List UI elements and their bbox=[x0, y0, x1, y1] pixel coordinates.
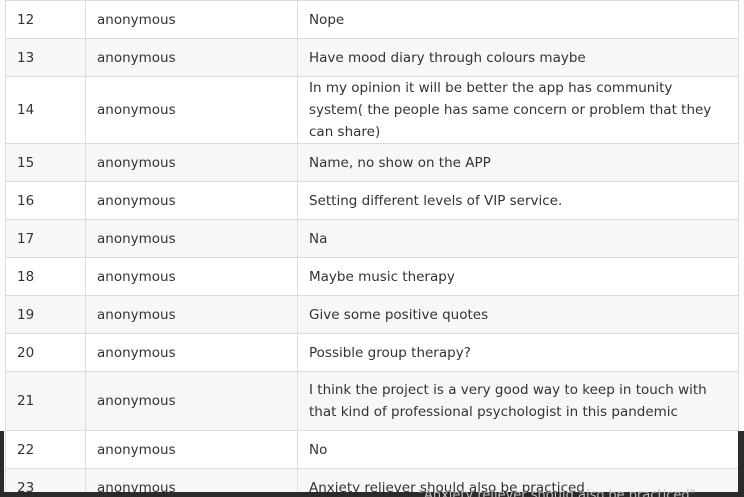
response-text: No bbox=[297, 430, 739, 469]
respondent-name: anonymous bbox=[85, 371, 298, 431]
row-number: 15 bbox=[5, 143, 86, 182]
respondent-name: anonymous bbox=[85, 38, 298, 77]
response-text: Have mood diary through colours maybe bbox=[297, 38, 739, 77]
table-row: 22 anonymous No bbox=[5, 430, 739, 469]
respondent-name: anonymous bbox=[85, 468, 298, 492]
response-text: Maybe music therapy bbox=[297, 257, 739, 296]
respondent-name: anonymous bbox=[85, 219, 298, 258]
respondent-name: anonymous bbox=[85, 143, 298, 182]
table-row: 21 anonymous I think the project is a ve… bbox=[5, 371, 739, 431]
table-row: 12 anonymous Nope bbox=[5, 0, 739, 39]
row-number: 23 bbox=[5, 468, 86, 492]
respondent-name: anonymous bbox=[85, 430, 298, 469]
responses-table-container: 12 anonymous Nope 13 anonymous Have mood… bbox=[0, 0, 744, 492]
table-row: 14 anonymous In my opinion it will be be… bbox=[5, 76, 739, 144]
row-number: 21 bbox=[5, 371, 86, 431]
row-number: 14 bbox=[5, 76, 86, 144]
table-row: 19 anonymous Give some positive quotes bbox=[5, 295, 739, 334]
respondent-name: anonymous bbox=[85, 257, 298, 296]
table-row: 15 anonymous Name, no show on the APP bbox=[5, 143, 739, 182]
response-text: Setting different levels of VIP service. bbox=[297, 181, 739, 220]
window-frame-right bbox=[738, 431, 744, 497]
response-text: Possible group therapy? bbox=[297, 333, 739, 372]
response-text: I think the project is a very good way t… bbox=[297, 371, 739, 431]
table-row: 13 anonymous Have mood diary through col… bbox=[5, 38, 739, 77]
row-number: 16 bbox=[5, 181, 86, 220]
table-row: 16 anonymous Setting different levels of… bbox=[5, 181, 739, 220]
response-text: Na bbox=[297, 219, 739, 258]
respondent-name: anonymous bbox=[85, 76, 298, 144]
tooltip-caption: "Anxiety reliever should also be practic… bbox=[418, 488, 696, 497]
table-row: 20 anonymous Possible group therapy? bbox=[5, 333, 739, 372]
row-number: 19 bbox=[5, 295, 86, 334]
row-number: 20 bbox=[5, 333, 86, 372]
respondent-name: anonymous bbox=[85, 295, 298, 334]
row-number: 18 bbox=[5, 257, 86, 296]
response-text: In my opinion it will be better the app … bbox=[297, 76, 739, 144]
table-row: 18 anonymous Maybe music therapy bbox=[5, 257, 739, 296]
row-number: 22 bbox=[5, 430, 86, 469]
respondent-name: anonymous bbox=[85, 333, 298, 372]
responses-table: 12 anonymous Nope 13 anonymous Have mood… bbox=[5, 0, 739, 492]
row-number: 12 bbox=[5, 0, 86, 39]
respondent-name: anonymous bbox=[85, 181, 298, 220]
response-text: Give some positive quotes bbox=[297, 295, 739, 334]
row-number: 17 bbox=[5, 219, 86, 258]
response-text: Nope bbox=[297, 0, 739, 39]
window-frame-left bbox=[0, 431, 4, 497]
respondent-name: anonymous bbox=[85, 0, 298, 39]
row-number: 13 bbox=[5, 38, 86, 77]
table-row: 17 anonymous Na bbox=[5, 219, 739, 258]
response-text: Name, no show on the APP bbox=[297, 143, 739, 182]
